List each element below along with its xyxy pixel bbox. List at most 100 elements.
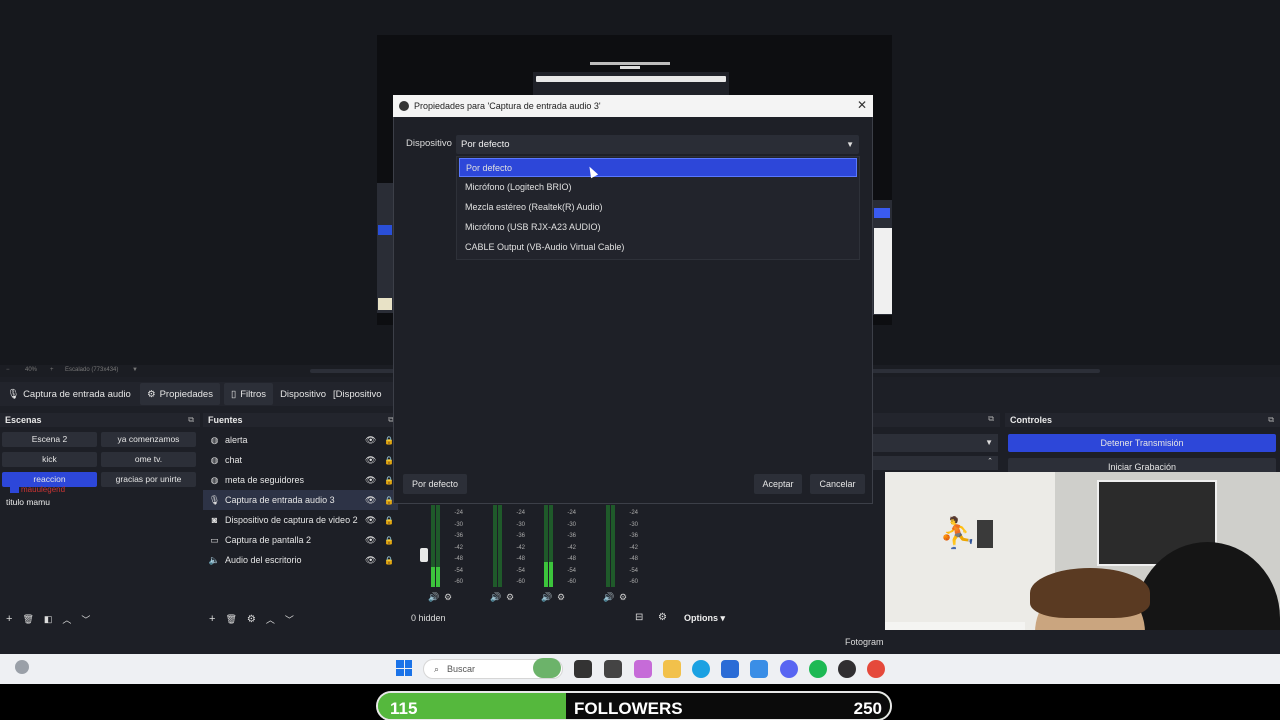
filters-button[interactable]: ▯ Filtros xyxy=(223,383,274,405)
ok-button[interactable]: Aceptar xyxy=(754,474,802,494)
zoom-out-icon[interactable]: − xyxy=(6,367,10,373)
scene-button[interactable]: Escena 2 xyxy=(2,432,97,447)
scenes-footer: + 🗑 ◧ ︿ ﹀ xyxy=(0,609,200,629)
cancel-button[interactable]: Cancelar xyxy=(810,474,865,494)
defaults-button[interactable]: Por defecto xyxy=(403,474,467,494)
source-row[interactable]: ◙ Dispositivo de captura de video 2 👁 🔒 xyxy=(203,510,398,530)
scene-tag-text: mauulegend xyxy=(21,485,66,494)
chrome-icon[interactable] xyxy=(867,660,885,678)
properties-button[interactable]: ⚙ Propiedades xyxy=(140,383,220,405)
mixer-gear-icon[interactable]: ⚙ xyxy=(658,612,667,623)
scene-button[interactable]: gracias por unirte xyxy=(101,472,196,487)
eye-icon[interactable]: 👁 xyxy=(365,435,376,446)
source-row[interactable]: ◍ chat 👁 🔒 xyxy=(203,450,398,470)
outlook-icon[interactable] xyxy=(750,660,768,678)
source-row[interactable]: ◍ meta de seguidores 👁 🔒 xyxy=(203,470,398,490)
meter-tick-labels: -24 -30 -36 -42 -48 -54 -60 xyxy=(562,508,576,589)
lock-icon[interactable]: 🔒 xyxy=(384,556,394,565)
speaker-icon[interactable]: 🔊 xyxy=(490,592,501,603)
wall-frame-image xyxy=(977,520,993,548)
meter-tick: -54 xyxy=(454,567,463,574)
mixer-settings-icon[interactable]: ⚙ xyxy=(557,592,565,603)
audio-level-meter xyxy=(436,505,440,587)
speaker-icon[interactable]: 🔊 xyxy=(541,592,552,603)
source-settings-icon[interactable]: ⚙ xyxy=(247,614,256,625)
obs-logo-icon xyxy=(399,101,409,111)
source-label: Dispositivo de captura de video 2 xyxy=(225,515,358,525)
context-source-name: Captura de entrada audio 3 xyxy=(23,388,134,400)
dropdown-option[interactable]: CABLE Output (VB-Audio Virtual Cable) xyxy=(459,238,857,257)
scenes-dock-title: Escenas ⧉ xyxy=(0,413,200,427)
scene-button[interactable]: ome tv. xyxy=(101,452,196,467)
source-row-selected[interactable]: 🎙 Captura de entrada audio 3 👁 🔒 xyxy=(203,490,398,510)
eye-icon[interactable]: 👁 xyxy=(365,475,376,486)
transition-select[interactable]: ▼ xyxy=(873,434,998,452)
add-scene-icon[interactable]: + xyxy=(6,613,12,625)
capcut-icon[interactable] xyxy=(604,660,622,678)
eye-icon[interactable]: 👁 xyxy=(365,555,376,566)
remove-source-icon[interactable]: 🗑 xyxy=(225,614,236,625)
audio-level-fill xyxy=(436,566,440,587)
source-row[interactable]: ▭ Captura de pantalla 2 👁 🔒 xyxy=(203,530,398,550)
eye-icon[interactable]: 👁 xyxy=(365,495,376,506)
dropdown-option[interactable]: Mezcla estéreo (Realtek(R) Audio) xyxy=(459,198,857,217)
zoom-in-icon[interactable]: + xyxy=(50,367,54,373)
meter-tick: -42 xyxy=(567,544,576,551)
globe-icon: ◍ xyxy=(210,454,219,465)
dropdown-option[interactable]: Micrófono (Logitech BRIO) xyxy=(459,178,857,197)
options-button[interactable]: Options ▾ xyxy=(684,613,725,624)
dialog-titlebar[interactable]: Propiedades para 'Captura de entrada aud… xyxy=(393,95,873,117)
speaker-icon[interactable]: 🔊 xyxy=(603,592,614,603)
undock-icon[interactable]: ⧉ xyxy=(188,413,194,427)
eye-icon[interactable]: 👁 xyxy=(365,515,376,526)
move-down-icon[interactable]: ﹀ xyxy=(81,613,90,626)
audio-level-meter xyxy=(611,505,615,587)
file-explorer-icon[interactable] xyxy=(663,660,681,678)
speaker-icon[interactable]: 🔊 xyxy=(428,592,439,603)
transition-duration[interactable]: ⌃ xyxy=(873,456,998,470)
lock-icon[interactable]: 🔒 xyxy=(384,536,394,545)
sources-footer: + 🗑 ⚙ ︿ ﹀ xyxy=(203,609,400,629)
spotify-icon[interactable] xyxy=(809,660,827,678)
stop-stream-button[interactable]: Detener Transmisión xyxy=(1008,434,1276,452)
obs-icon[interactable] xyxy=(838,660,856,678)
mixer-settings-icon[interactable]: ⚙ xyxy=(506,592,514,603)
spin-icon[interactable]: ⌃ xyxy=(987,457,993,465)
move-up-icon[interactable]: ︿ xyxy=(62,613,71,626)
windows-start-icon[interactable] xyxy=(396,660,412,676)
widget-icon[interactable] xyxy=(533,658,561,678)
context-device-select[interactable]: [Dispositivo xyxy=(333,382,389,406)
volume-slider-handle[interactable] xyxy=(420,548,428,562)
mixer-settings-icon[interactable]: ⚙ xyxy=(444,592,452,603)
close-icon[interactable]: ✕ xyxy=(857,98,867,112)
move-up-icon[interactable]: ︿ xyxy=(266,613,275,626)
remove-scene-icon[interactable]: 🗑 xyxy=(22,614,33,625)
add-source-icon[interactable]: + xyxy=(209,613,215,625)
copilot-icon[interactable] xyxy=(634,660,652,678)
eye-icon[interactable]: 👁 xyxy=(365,455,376,466)
device-select[interactable]: Por defecto ▼ xyxy=(456,135,859,154)
scene-filter-icon[interactable]: ◧ xyxy=(44,614,53,625)
scene-button[interactable]: kick xyxy=(2,452,97,467)
mixer-settings-icon[interactable]: ⚙ xyxy=(619,592,627,603)
undock-icon[interactable]: ⧉ xyxy=(988,414,994,424)
layout-icon[interactable]: ⊟ xyxy=(635,612,643,623)
source-row[interactable]: 🔈 Audio del escritorio 👁 🔒 xyxy=(203,550,398,570)
task-view-icon[interactable] xyxy=(574,660,592,678)
lock-icon[interactable]: 🔒 xyxy=(384,516,394,525)
dropdown-option-selected[interactable]: Por defecto xyxy=(459,158,857,177)
edge-icon[interactable] xyxy=(692,660,710,678)
source-label: chat xyxy=(225,455,243,465)
meter-tick: -60 xyxy=(454,579,463,585)
discord-icon[interactable] xyxy=(780,660,798,678)
eye-icon[interactable]: 👁 xyxy=(365,535,376,546)
weather-icon[interactable] xyxy=(15,660,29,674)
transitions-dock-title: ⧉ xyxy=(873,413,1000,427)
store-icon[interactable] xyxy=(721,660,739,678)
dropdown-option[interactable]: Micrófono (USB RJX-A23 AUDIO) xyxy=(459,218,857,237)
scale-dropdown-icon[interactable]: ▼ xyxy=(132,367,138,373)
move-down-icon[interactable]: ﹀ xyxy=(285,613,294,626)
undock-icon[interactable]: ⧉ xyxy=(1268,413,1274,427)
source-row[interactable]: ◍ alerta 👁 🔒 xyxy=(203,430,398,450)
scene-button[interactable]: ya comenzamos xyxy=(101,432,196,447)
